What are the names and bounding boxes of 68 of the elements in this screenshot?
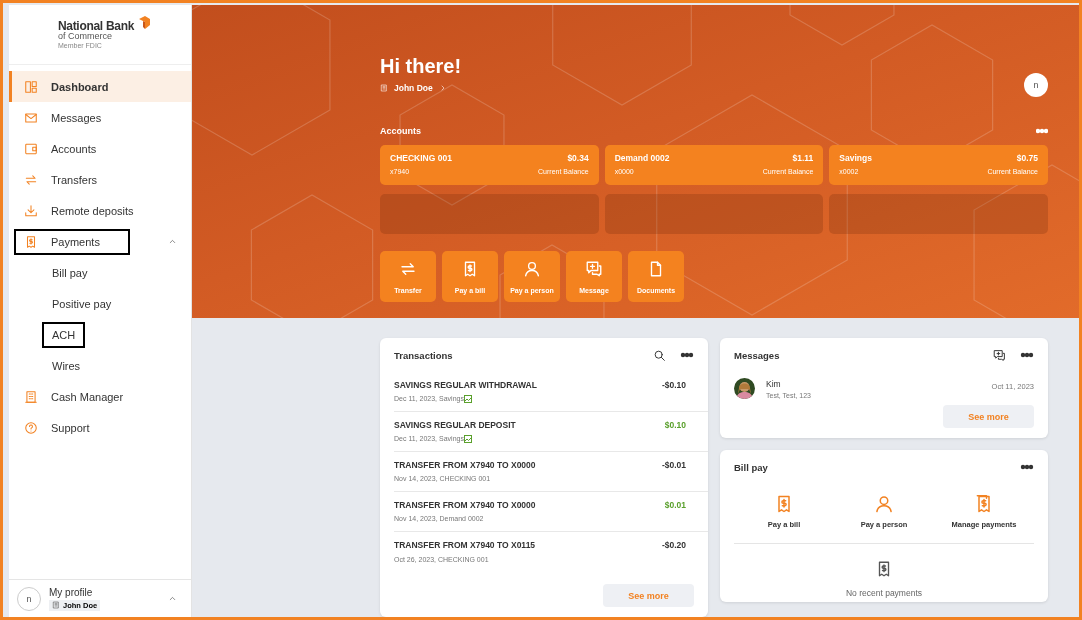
transaction-title: TRANSFER FROM X7940 TO X0000 — [394, 460, 537, 470]
transaction-title: TRANSFER FROM X7940 TO X0000 — [394, 500, 537, 510]
nav-label: Bill pay — [52, 266, 88, 279]
nav-label: Support — [51, 421, 90, 434]
caret-up-icon — [168, 594, 177, 603]
nav-label: Accounts — [51, 142, 97, 155]
logo-mark-icon — [138, 15, 151, 30]
transaction-amount: $0.01 — [664, 500, 686, 510]
user-link[interactable]: John Doe — [380, 83, 447, 93]
nav-item[interactable]: Support — [9, 412, 191, 443]
profile-label: My profile — [49, 586, 94, 598]
nav-label: Remote deposits — [51, 204, 134, 217]
chat-icon — [585, 259, 603, 278]
caret-up-icon — [168, 237, 177, 246]
nav-label: Dashboard — [51, 80, 109, 93]
transaction-title: TRANSFER FROM X7940 TO X0115 — [394, 540, 537, 550]
transaction-amount: -$0.20 — [661, 540, 686, 550]
nav-item[interactable]: Transfers — [9, 164, 191, 195]
card-title: Bill pay — [734, 461, 769, 473]
logo-subtitle: of Commerce — [57, 31, 113, 41]
envelope-icon — [24, 110, 38, 125]
more-icon — [680, 352, 694, 358]
nav-item[interactable]: Dashboard — [9, 71, 191, 102]
building-icon — [380, 84, 388, 92]
transaction-amount: $0.10 — [664, 420, 686, 430]
receipt-icon — [24, 234, 38, 249]
nav-item[interactable]: Positive pay — [9, 288, 191, 319]
card-title: Transactions — [394, 349, 454, 361]
new-message-icon — [993, 348, 1006, 362]
nav-label: Cash Manager — [51, 390, 124, 403]
card-title: Messages — [734, 349, 781, 361]
nav-item[interactable]: Messages — [9, 102, 191, 133]
nav-item[interactable]: Remote deposits — [9, 195, 191, 226]
nav-label: ACH — [52, 328, 76, 341]
help-icon — [24, 420, 38, 435]
greeting: Hi there! — [380, 55, 463, 78]
nav-label: Wires — [52, 359, 81, 372]
transaction-title: SAVINGS REGULAR DEPOSIT — [394, 420, 517, 430]
nav-label: Messages — [51, 111, 102, 124]
message-sender: Kim — [766, 379, 782, 389]
building-icon — [52, 601, 60, 609]
arrows-icon — [24, 172, 38, 187]
building-icon — [24, 389, 38, 404]
nav-label: Payments — [51, 235, 100, 248]
transaction-title: SAVINGS REGULAR WITHDRAWAL — [394, 380, 538, 390]
person-icon — [874, 494, 894, 514]
more-icon — [1036, 128, 1048, 134]
nav-label: Positive pay — [52, 297, 112, 310]
search-icon — [653, 348, 666, 362]
wallet-icon — [24, 141, 38, 156]
logo-name: National Bank — [57, 19, 135, 32]
nav-item[interactable]: Bill pay — [9, 257, 191, 288]
section-title: Accounts — [380, 126, 421, 136]
transaction-amount: -$0.10 — [661, 380, 686, 390]
nav-label: Transfers — [51, 173, 98, 186]
nav-item[interactable]: Cash Manager — [9, 381, 191, 412]
empty-message: No recent payments — [845, 588, 923, 598]
download-icon — [24, 203, 38, 218]
person-icon — [523, 259, 541, 278]
nav-item[interactable]: Wires — [9, 350, 191, 381]
nav-item[interactable]: Payments — [9, 226, 191, 257]
dashboard-icon — [24, 79, 38, 94]
nav-item[interactable]: Accounts — [9, 133, 191, 164]
nav-item[interactable]: ACH — [9, 319, 191, 350]
more-icon — [1020, 464, 1034, 470]
more-icon — [1020, 352, 1034, 358]
avatar: n — [17, 586, 41, 611]
transaction-amount: -$0.01 — [661, 460, 686, 470]
